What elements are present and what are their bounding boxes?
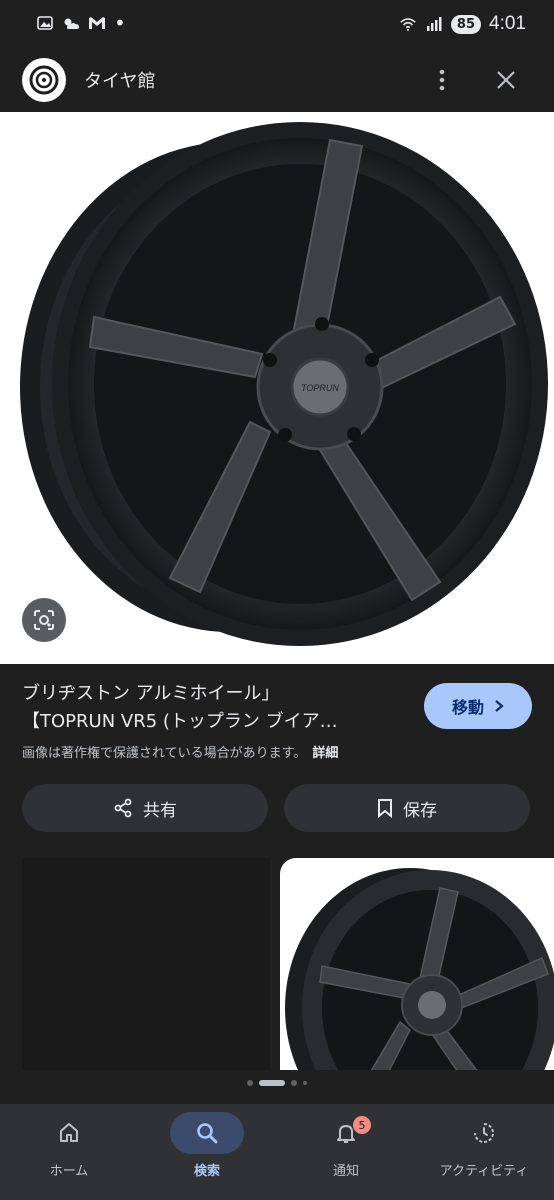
- bookmark-icon: [378, 799, 392, 818]
- image-pager: [0, 1080, 554, 1086]
- nav-activity-label: アクティビティ: [439, 1164, 529, 1179]
- signal-icon: [425, 15, 443, 33]
- result-title-line1: ブリヂストン アルミホイール」: [22, 683, 280, 704]
- close-icon[interactable]: [490, 64, 522, 96]
- dot-icon: •: [114, 11, 126, 35]
- lens-search-button[interactable]: [22, 598, 66, 642]
- source-header: タイヤ館: [0, 52, 554, 108]
- copyright-text: 画像は著作権で保護されている場合があります。: [22, 746, 307, 761]
- weather-icon: [62, 14, 80, 32]
- hub-logo: TOPRUN: [301, 383, 339, 393]
- share-icon: [114, 798, 132, 818]
- pager-dot: [303, 1081, 307, 1085]
- notification-badge: 5: [353, 1116, 371, 1134]
- nav-activity[interactable]: アクティビティ: [415, 1112, 553, 1192]
- nav-home[interactable]: ホーム: [0, 1112, 138, 1192]
- site-favicon[interactable]: [22, 58, 66, 102]
- visit-label: 移動: [451, 698, 484, 717]
- activity-icon: [474, 1123, 494, 1143]
- main-result-image[interactable]: TOPRUN: [0, 112, 554, 664]
- wheel-image: TOPRUN: [20, 122, 548, 646]
- more-vert-icon[interactable]: [428, 64, 456, 96]
- wheel-thumb-image: [285, 868, 554, 1070]
- status-time: 4:01: [489, 13, 526, 34]
- nav-home-label: ホーム: [49, 1164, 89, 1179]
- home-icon: [60, 1123, 78, 1142]
- lens-icon: [34, 610, 54, 630]
- wifi-icon: [399, 15, 417, 33]
- share-label: 共有: [143, 800, 177, 821]
- gallery-icon: [36, 14, 54, 32]
- result-title-line2: 【TOPRUN VR5 (トップラン ブイア…: [22, 711, 338, 732]
- save-label: 保存: [403, 800, 437, 821]
- save-button[interactable]: 保存: [284, 784, 530, 832]
- pager-dot: [291, 1080, 297, 1086]
- nav-notifications[interactable]: 5 通知: [277, 1112, 415, 1192]
- nav-search-label: 検索: [193, 1164, 220, 1179]
- site-name[interactable]: タイヤ館: [84, 67, 155, 93]
- details-link[interactable]: 詳細: [312, 746, 338, 761]
- pager-dot: [247, 1080, 253, 1086]
- bottom-navigation: ホーム 検索 5 通知 アクティビティ: [0, 1104, 554, 1200]
- search-icon: [197, 1123, 218, 1144]
- gmail-icon: [88, 14, 106, 32]
- tire-icon: [29, 65, 59, 95]
- battery-indicator: 85: [450, 14, 482, 34]
- copyright-notice: 画像は著作権で保護されている場合があります。 詳細: [22, 742, 338, 761]
- related-image-dark[interactable]: [22, 858, 270, 1070]
- pager-dot-active: [259, 1080, 285, 1086]
- result-title[interactable]: ブリヂストン アルミホイール」 【TOPRUN VR5 (トップラン ブイア…: [22, 680, 402, 736]
- status-bar: • 85 4:01: [0, 0, 554, 52]
- chevron-right-icon: [495, 700, 504, 712]
- share-button[interactable]: 共有: [22, 784, 268, 832]
- nav-notifications-label: 通知: [332, 1164, 359, 1179]
- nav-search[interactable]: 検索: [138, 1112, 276, 1192]
- visit-button[interactable]: 移動: [424, 683, 532, 729]
- related-image-thumb[interactable]: [280, 858, 554, 1070]
